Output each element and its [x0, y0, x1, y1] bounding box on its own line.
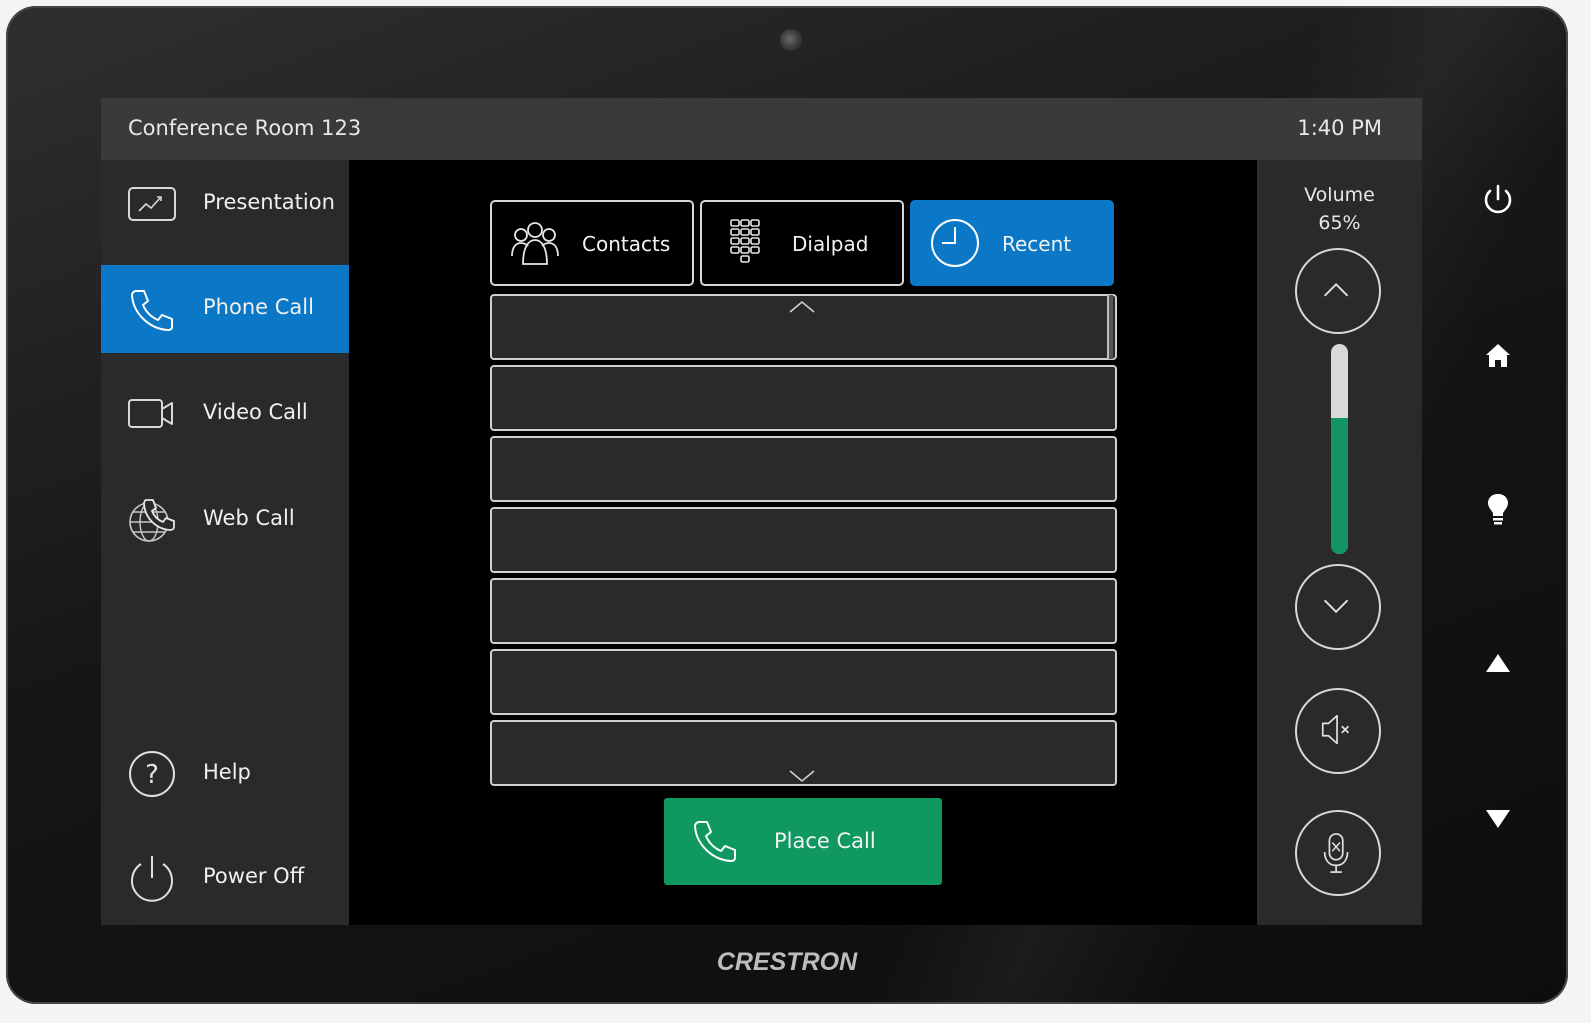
- scroll-up-chevron-icon[interactable]: [787, 299, 817, 315]
- list-item[interactable]: [490, 365, 1117, 431]
- volume-level-bar[interactable]: [1331, 344, 1348, 554]
- sidebar-item-label: Phone Call: [203, 295, 314, 319]
- sidebar: Presentation Phone Call Video Call Web C…: [101, 160, 349, 925]
- list-item[interactable]: [490, 649, 1117, 715]
- header-bar: Conference Room 123 1:40 PM: [101, 98, 1422, 160]
- microphone-mute-icon: [1323, 833, 1349, 873]
- tab-label: Dialpad: [792, 232, 869, 256]
- place-call-button[interactable]: Place Call: [664, 798, 942, 885]
- sidebar-item-label: Power Off: [203, 864, 305, 888]
- list-item[interactable]: [490, 436, 1117, 502]
- volume-down-icon: [1323, 599, 1349, 614]
- list-item[interactable]: [490, 578, 1117, 644]
- dialpad-icon: [730, 219, 760, 263]
- tab-dialpad[interactable]: Dialpad: [700, 200, 904, 286]
- lightbulb-icon[interactable]: [1476, 488, 1520, 532]
- presentation-icon: [128, 187, 176, 221]
- svg-text:?: ?: [145, 760, 159, 790]
- touch-panel-device: Conference Room 123 1:40 PM Presentation…: [6, 6, 1568, 1004]
- help-icon: ?: [129, 751, 175, 797]
- volume-down-button[interactable]: [1295, 564, 1381, 650]
- tab-label: Recent: [1002, 232, 1072, 256]
- room-name: Conference Room 123: [128, 116, 362, 140]
- clock-time: 1:40 PM: [1297, 116, 1382, 140]
- camera-icon: [780, 29, 802, 51]
- tab-label: Contacts: [582, 232, 671, 256]
- power-icon[interactable]: [1476, 178, 1520, 222]
- microphone-mute-button[interactable]: [1295, 810, 1381, 896]
- phone-icon: [131, 290, 173, 331]
- scroll-down-chevron-icon[interactable]: [787, 768, 817, 784]
- tab-contacts[interactable]: Contacts: [490, 200, 694, 286]
- sidebar-item-presentation[interactable]: Presentation: [101, 160, 349, 248]
- sidebar-item-label: Help: [203, 760, 251, 784]
- sidebar-item-help[interactable]: ? Help: [101, 730, 349, 818]
- speaker-mute-button[interactable]: [1295, 688, 1381, 774]
- sidebar-item-phone-call[interactable]: Phone Call: [101, 265, 349, 353]
- tab-recent[interactable]: Recent: [910, 200, 1114, 286]
- sidebar-item-label: Presentation: [203, 190, 335, 214]
- volume-title: Volume: [1304, 184, 1375, 206]
- volume-level-fill: [1331, 417, 1348, 554]
- list-item[interactable]: [490, 507, 1117, 573]
- volume-up-icon: [1323, 282, 1349, 297]
- volume-up-button[interactable]: [1295, 248, 1381, 334]
- sidebar-item-power-off[interactable]: Power Off: [101, 834, 349, 922]
- contacts-icon: [511, 222, 559, 265]
- sidebar-item-label: Video Call: [203, 400, 308, 424]
- sidebar-item-label: Web Call: [203, 506, 295, 530]
- arrow-down-icon[interactable]: [1476, 796, 1520, 840]
- brand-logo: CRESTRON: [716, 948, 858, 976]
- screen: Conference Room 123 1:40 PM Presentation…: [101, 98, 1422, 925]
- sidebar-item-web-call[interactable]: Web Call: [101, 476, 349, 564]
- power-icon: [131, 856, 173, 902]
- globe-phone-icon: [129, 499, 175, 542]
- arrow-up-icon[interactable]: [1476, 642, 1520, 686]
- list-scrollbar[interactable]: [1107, 295, 1113, 359]
- volume-panel: Volume 65%: [1257, 160, 1422, 925]
- volume-label: Volume 65%: [1257, 181, 1422, 237]
- place-call-label: Place Call: [774, 829, 876, 853]
- video-camera-icon: [128, 399, 173, 428]
- phone-icon: [694, 821, 736, 862]
- volume-percent: 65%: [1318, 212, 1361, 234]
- speaker-mute-icon: [1321, 714, 1350, 745]
- home-icon[interactable]: [1476, 334, 1520, 378]
- sidebar-item-video-call[interactable]: Video Call: [101, 370, 349, 458]
- clock-icon: [931, 219, 979, 267]
